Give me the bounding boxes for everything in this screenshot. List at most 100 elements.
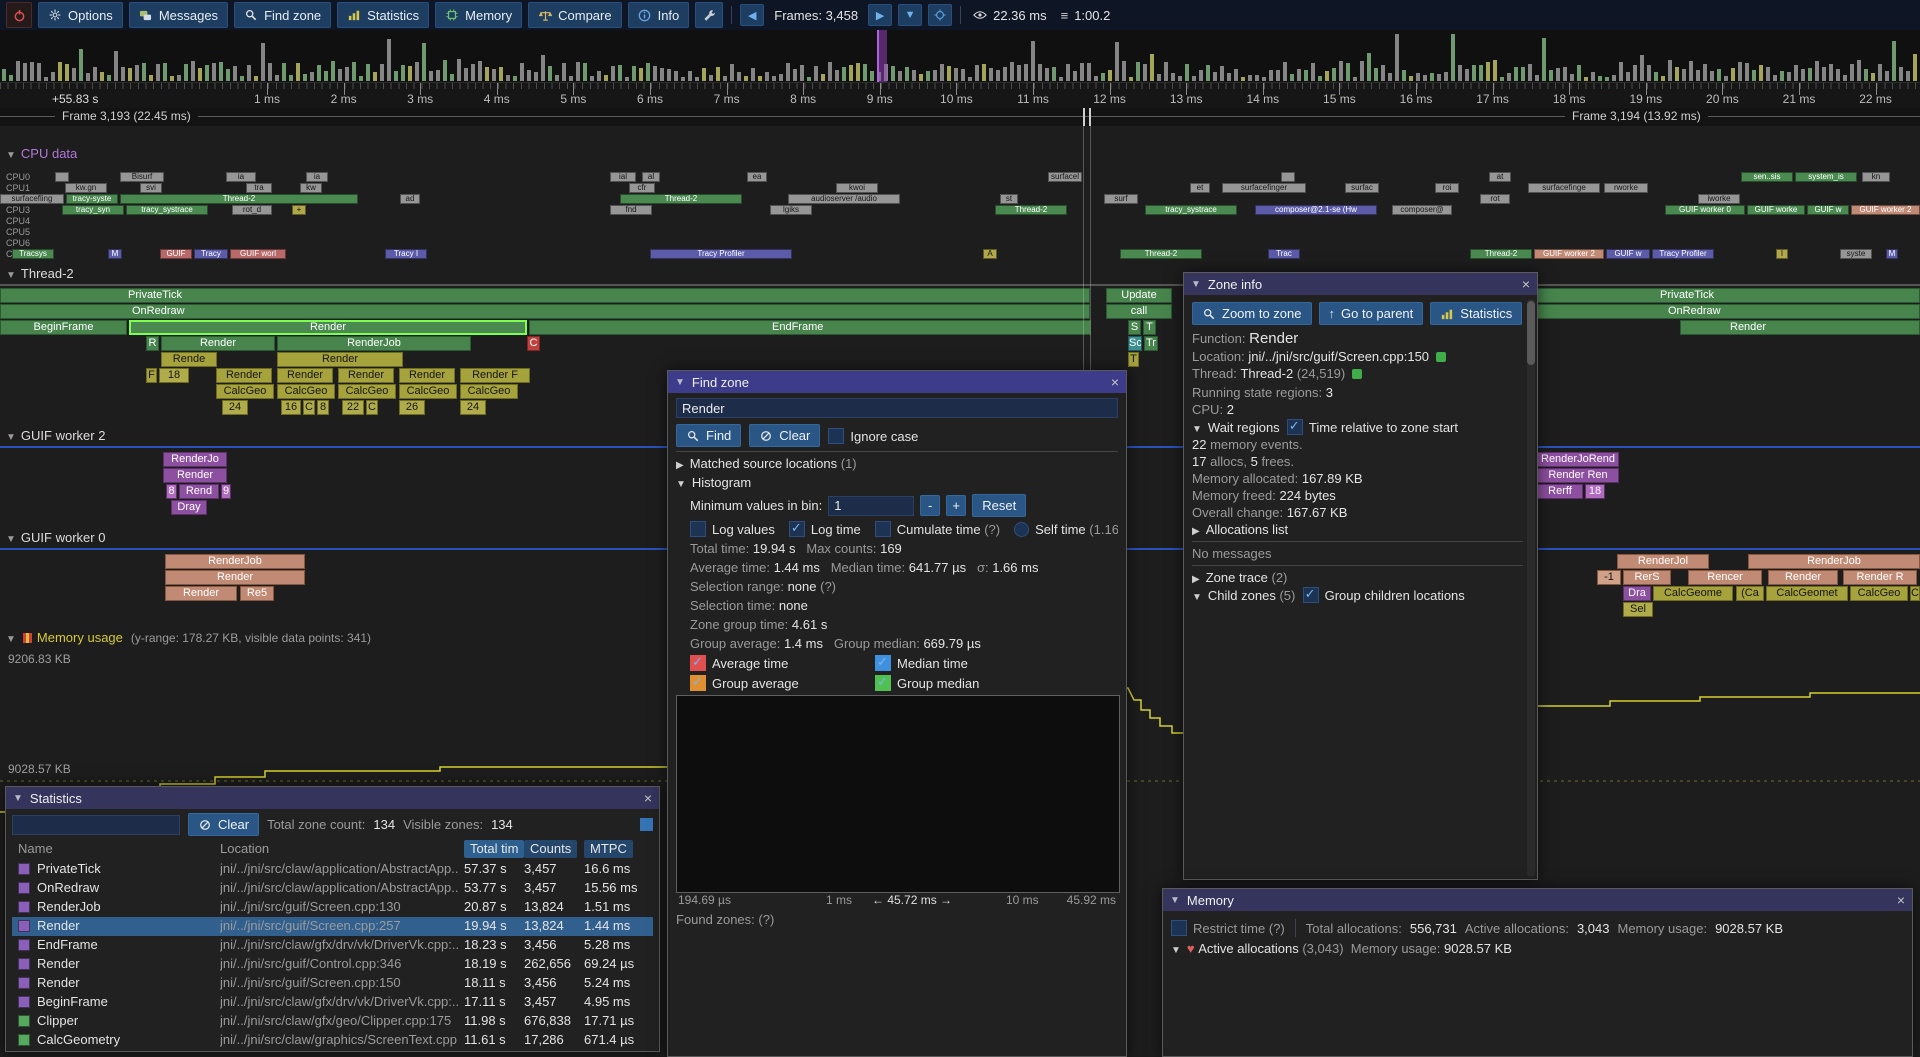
frame-bar[interactable] [1129,77,1133,81]
cpu-zone[interactable]: svi [140,183,162,193]
timeline-zone[interactable]: RenderJob [1748,554,1920,569]
cpu-zone[interactable]: fnd [610,205,652,215]
frame-bar[interactable] [1080,63,1084,81]
frame-bar[interactable] [1570,74,1574,81]
histogram-canvas[interactable] [676,695,1120,893]
frame-bar[interactable] [1346,63,1350,81]
frame-bar[interactable] [1115,42,1119,81]
active-allocations-section[interactable]: ▼♥ Active allocations (3,043) Memory usa… [1171,941,1904,956]
frame-bar[interactable] [1297,69,1301,81]
frame-bar[interactable] [184,64,188,81]
timeline-zone[interactable]: RenderJob [165,554,305,569]
frame-bar[interactable] [79,49,83,81]
timeline-zone[interactable]: RenderJoRend [1537,452,1619,467]
find-button[interactable]: Find [676,424,741,447]
cpu-zone[interactable]: Thread-2 [1470,249,1532,259]
cpu-zone[interactable]: et [1190,183,1210,193]
stats-row[interactable]: Renderjni/../jni/src/guif/Screen.cpp:150… [12,974,653,993]
stats-row[interactable]: OnRedrawjni/../jni/src/claw/application/… [12,879,653,898]
zone-info-titlebar[interactable]: ▼ Zone info × [1184,273,1537,295]
frame-bar[interactable] [191,61,195,81]
frame-label[interactable]: Frame 3,194 (13.92 ms) [1565,109,1708,123]
frame-bar[interactable] [618,65,622,81]
cpu-zone[interactable]: syste [1840,249,1872,259]
frame-bar[interactable] [44,77,48,81]
frame-bar[interactable] [821,74,825,81]
frame-bar[interactable] [436,70,440,81]
frame-bar[interactable] [1710,71,1714,81]
frame-bar[interactable] [1878,64,1882,81]
cpu-zone[interactable]: GUIF w [1807,205,1849,215]
timeline-zone[interactable]: Re5 [240,586,274,601]
frame-bar[interactable] [100,72,104,81]
timeline-zone[interactable]: RerS [1623,570,1671,585]
cpu-zone[interactable]: system_is [1795,172,1857,182]
stats-column-total-tim[interactable]: Total tim [464,840,524,858]
timeline-zone[interactable]: Rend [179,484,219,499]
frame-bar[interactable] [933,70,937,81]
cpu-zone[interactable]: GUIF worker 0 [1665,205,1745,215]
frame-bar[interactable] [380,64,384,81]
legend-median-time[interactable]: Median time [875,655,1060,671]
frame-bar[interactable] [1794,65,1798,81]
frame-bar[interactable] [1038,64,1042,81]
frame-bar[interactable] [716,67,720,81]
frame-bar[interactable] [450,74,454,81]
collapse-icon[interactable]: ▼ [1191,279,1201,290]
frame-bar[interactable] [1283,62,1287,81]
frame-bar[interactable] [1262,77,1266,81]
zone-trace-section[interactable]: ▶Zone trace (2) [1192,570,1523,585]
frame-bar[interactable] [429,71,433,81]
timeline-zone[interactable]: Render [277,352,403,367]
frame-bar[interactable] [730,64,734,81]
frame-bar[interactable] [1318,76,1322,81]
frame-bar[interactable] [562,63,566,81]
frame-bar[interactable] [1304,70,1308,81]
stats-row[interactable]: RenderJobjni/../jni/src/guif/Screen.cpp:… [12,898,653,917]
frame-bar[interactable] [303,74,307,81]
timeline-zone[interactable]: CalcGeo [277,384,335,399]
frame-bar[interactable] [1220,66,1224,81]
frame-bar[interactable] [1164,62,1168,81]
cpu-zone[interactable]: al [642,172,660,182]
timeline-zone[interactable]: Render R [1843,570,1917,585]
frame-bar[interactable] [1108,70,1112,81]
cpu-zone[interactable]: GUIF worker 2 [1534,249,1604,259]
frame-bar[interactable] [1087,63,1091,81]
timeline-zone[interactable]: Render [399,368,455,383]
frame-bar[interactable] [198,68,202,81]
frame-bar[interactable] [506,75,510,81]
collapse-icon[interactable]: ▼ [13,793,23,804]
frame-bar[interactable] [814,66,818,81]
cpu-zone[interactable]: ad [400,194,420,204]
frame-bar[interactable] [779,74,783,81]
timeline-zone[interactable]: Rende [161,352,217,367]
frame-bar[interactable] [1871,73,1875,81]
frame-bar[interactable] [674,71,678,81]
cpu-zone[interactable]: rworke [1604,183,1648,193]
frame-bar[interactable] [793,69,797,81]
frame-bar[interactable] [1591,72,1595,81]
self-time-radio[interactable]: Self time (1.16%) [1014,522,1118,537]
frame-bar[interactable] [1458,65,1462,81]
frame-bar[interactable] [107,75,111,81]
timeline-zone[interactable]: Sc [1128,336,1142,351]
cpu-zone[interactable]: surfacefinger [1222,183,1306,193]
frame-bar[interactable] [499,67,503,81]
timeline-zone[interactable]: C [527,336,540,351]
timeline-zone[interactable]: 22 [342,400,364,415]
stats-row[interactable]: BeginFramejni/../jni/src/claw/gfx/drv/vk… [12,993,653,1012]
cpu-zone[interactable]: M [1886,249,1898,259]
frame-bar[interactable] [1724,76,1728,81]
cpu-zone[interactable]: audioserver /audio [788,194,900,204]
frame-bar[interactable] [660,68,664,81]
frame-bar[interactable] [352,62,356,81]
toolbar-button-statistics[interactable]: Statistics [337,2,429,28]
timeline-zone[interactable]: 18 [1585,484,1605,499]
timeline-zone[interactable]: RenderJol [1617,554,1709,569]
frame-bar[interactable] [751,68,755,81]
frame-bar[interactable] [576,62,580,81]
frame-bar[interactable] [1269,70,1273,81]
frame-bar[interactable] [86,73,90,81]
group-children-checkbox[interactable]: Group children locations [1303,588,1465,603]
